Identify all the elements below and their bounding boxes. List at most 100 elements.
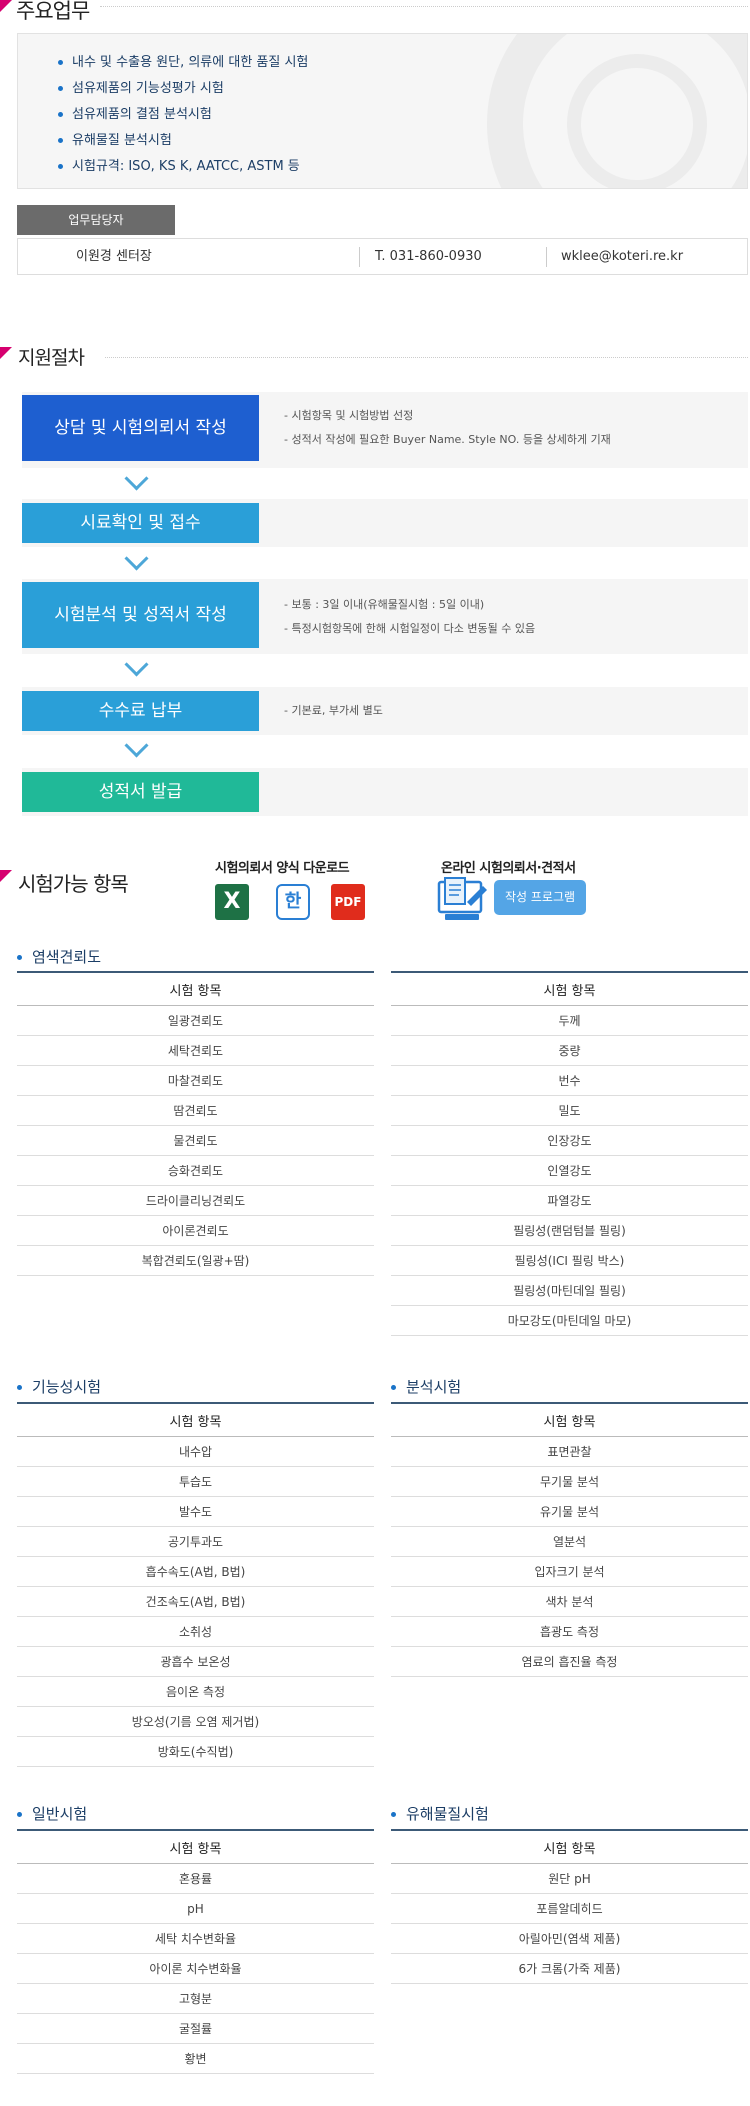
duty-item: 섬유제품의 결점 분석시험: [58, 102, 308, 128]
table-row: 두께: [391, 1005, 748, 1036]
procedure-step: 상담 및 시험의뢰서 작성 - 시험항목 및 시험방법 선정 - 성적서 작성에…: [22, 392, 748, 468]
chevron-down-icon: [124, 466, 149, 491]
step-desc: - 성적서 작성에 필요한 Buyer Name. Style NO. 등을 상…: [284, 433, 611, 446]
table-row: 음이온 측정: [17, 1676, 374, 1707]
table-header: 시험 항목: [391, 1829, 748, 1864]
procedure-title: 지원절차: [18, 347, 85, 369]
table-row: 열분석: [391, 1526, 748, 1557]
table-row: 물견뢰도: [17, 1125, 374, 1156]
table-row: 밀도: [391, 1095, 748, 1126]
category-title: 유해물질시험: [391, 1803, 489, 1824]
table-header: 시험 항목: [391, 971, 748, 1006]
write-program-button[interactable]: 작성 프로그램: [494, 880, 586, 915]
func-table: 시험 항목 내수압 투습도 발수도 공기투과도 흡수속도(A법, B법) 건조속…: [17, 1402, 374, 1767]
chevron-down-icon: [124, 733, 149, 758]
table-row: 인장강도: [391, 1125, 748, 1156]
divider: [100, 6, 748, 7]
divider: [359, 247, 360, 267]
bullet-icon: [58, 164, 63, 169]
table-row: 번수: [391, 1065, 748, 1096]
table-row: pH: [17, 1893, 374, 1924]
table-header: 시험 항목: [391, 1402, 748, 1437]
table-row: 마찰견뢰도: [17, 1065, 374, 1096]
table-row: 필링성(랜덤텀블 필링): [391, 1215, 748, 1246]
table-row: 혼용률: [17, 1863, 374, 1894]
table-row: 포름알데히드: [391, 1893, 748, 1924]
table-row: 색차 분석: [391, 1586, 748, 1617]
general-table: 시험 항목 혼용률 pH 세탁 치수변화율 아이론 치수변화율 고형분 굴절률 …: [17, 1829, 374, 2074]
table-row: 필링성(ICI 필링 박스): [391, 1245, 748, 1276]
contact-name: 이원경 센터장: [76, 249, 152, 264]
table-row: 방오성(기름 오염 제거법): [17, 1706, 374, 1737]
chevron-down-icon: [124, 546, 149, 571]
table-row: 소취성: [17, 1616, 374, 1647]
table-row: 염료의 흡진율 측정: [391, 1646, 748, 1677]
procedure-step: 성적서 발급: [22, 768, 748, 816]
hwp-icon[interactable]: 한: [276, 884, 310, 920]
duties-title: 주요업무: [16, 0, 90, 23]
step-label: 수수료 납부: [22, 691, 259, 731]
table-row: 6가 크롬(가죽 제품): [391, 1953, 748, 1984]
table-row: 방화도(수직법): [17, 1736, 374, 1767]
table-row: 발수도: [17, 1496, 374, 1527]
category-title: 일반시험: [17, 1803, 87, 1824]
step-label: 시료확인 및 접수: [22, 503, 259, 543]
section-marker: [0, 0, 12, 12]
table-row: 필링성(마틴데일 필링): [391, 1275, 748, 1306]
category-title: 분석시험: [391, 1376, 461, 1397]
step-desc: - 보통 : 3일 이내(유해물질시험 : 5일 이내): [284, 598, 485, 611]
category-title: 염색견뢰도: [17, 946, 101, 967]
excel-icon[interactable]: X: [215, 884, 249, 920]
table-row: 건조속도(A법, B법): [17, 1586, 374, 1617]
duties-box: 내수 및 수출용 원단, 의류에 대한 품질 시험 섬유제품의 기능성평가 시험…: [17, 33, 748, 189]
category-title: 기능성시험: [17, 1376, 101, 1397]
available-title: 시험가능 항목: [18, 872, 129, 896]
section-marker: [0, 347, 12, 359]
bullet-icon: [391, 1385, 396, 1390]
table-row: 흡수속도(A법, B법): [17, 1556, 374, 1587]
duty-item: 유해물질 분석시험: [58, 128, 308, 154]
bullet-icon: [58, 112, 63, 117]
table-row: 드라이클리닝견뢰도: [17, 1185, 374, 1216]
step-label: 시험분석 및 성적서 작성: [22, 582, 259, 648]
step-label: 성적서 발급: [22, 772, 259, 812]
procedure-step: 시료확인 및 접수: [22, 499, 748, 547]
divider: [546, 247, 547, 267]
table-row: 일광견뢰도: [17, 1005, 374, 1036]
contact-tag: 업무담당자: [17, 205, 175, 235]
dye-table-right: 시험 항목 두께 중량 번수 밀도 인장강도 인열강도 파열강도 필링성(랜덤텀…: [391, 971, 748, 1336]
table-row: 입자크기 분석: [391, 1556, 748, 1587]
bullet-icon: [17, 955, 22, 960]
table-row: 유기물 분석: [391, 1496, 748, 1527]
bullet-icon: [58, 138, 63, 143]
table-row: 승화견뢰도: [17, 1155, 374, 1186]
table-row: 땀견뢰도: [17, 1095, 374, 1126]
watermark-logo-inner: [567, 54, 707, 188]
computer-document-icon: [437, 877, 487, 920]
analysis-table: 시험 항목 표면관찰 무기물 분석 유기물 분석 열분석 입자크기 분석 색차 …: [391, 1402, 748, 1677]
table-row: 황변: [17, 2043, 374, 2074]
bullet-icon: [58, 60, 63, 65]
table-row: 원단 pH: [391, 1863, 748, 1894]
table-row: 고형분: [17, 1983, 374, 2014]
table-row: 표면관찰: [391, 1436, 748, 1467]
table-row: 아이론 치수변화율: [17, 1953, 374, 1984]
table-row: 굴절률: [17, 2013, 374, 2044]
download-label: 시험의뢰서 양식 다운로드: [215, 861, 350, 876]
online-label: 온라인 시험의뢰서·견적서: [441, 861, 576, 876]
hazard-table: 시험 항목 원단 pH 포름알데히드 아릴아민(염색 제품) 6가 크롬(가죽 …: [391, 1829, 748, 1984]
procedure-step: 시험분석 및 성적서 작성 - 보통 : 3일 이내(유해물질시험 : 5일 이…: [22, 579, 748, 654]
bullet-icon: [58, 86, 63, 91]
step-label: 상담 및 시험의뢰서 작성: [22, 395, 259, 461]
table-row: 광흡수 보온성: [17, 1646, 374, 1677]
step-desc: - 기본료, 부가세 별도: [284, 704, 383, 717]
table-row: 중량: [391, 1035, 748, 1066]
contact-email[interactable]: wklee@koteri.re.kr: [561, 239, 683, 274]
table-row: 세탁견뢰도: [17, 1035, 374, 1066]
duty-item: 시험규격: ISO, KS K, AATCC, ASTM 등: [58, 154, 308, 180]
contact-phone: T. 031-860-0930: [375, 249, 482, 264]
duty-item: 내수 및 수출용 원단, 의류에 대한 품질 시험: [58, 50, 308, 76]
pdf-icon[interactable]: PDF: [331, 884, 365, 920]
table-header: 시험 항목: [17, 1402, 374, 1437]
table-header: 시험 항목: [17, 1829, 374, 1864]
